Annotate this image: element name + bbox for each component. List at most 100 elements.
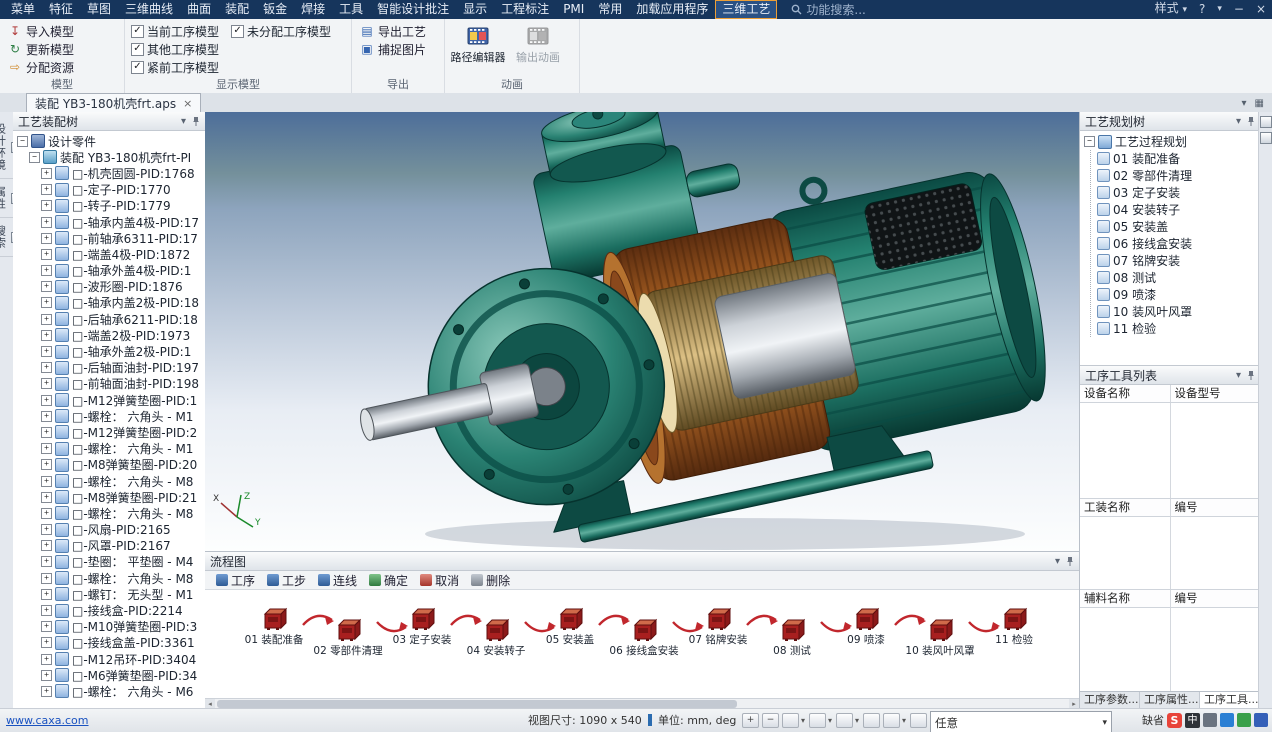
flow-toolbar-button[interactable]: 工序 (211, 571, 260, 589)
tree-row-part[interactable]: + □-M8弹簧垫圈-PID:20 (13, 457, 205, 473)
expand-icon[interactable]: + (41, 621, 52, 632)
ribbon-button[interactable]: ↧ 导入模型 (6, 22, 118, 40)
chevron-down-icon[interactable]: ▾ (855, 716, 859, 725)
expand-icon[interactable]: + (41, 556, 52, 567)
menu-item[interactable]: 加载应用程序 (629, 0, 715, 19)
expand-icon[interactable]: + (41, 265, 52, 276)
tray-expand-icon[interactable] (1254, 713, 1268, 727)
expand-icon[interactable]: + (41, 540, 52, 551)
menu-item-active[interactable]: 三维工艺 (715, 0, 777, 19)
right-panel-tab[interactable]: 工序工具... (1200, 692, 1260, 709)
flow-toolbar-button[interactable]: 连线 (313, 571, 362, 589)
expand-icon[interactable]: + (41, 217, 52, 228)
flow-toolbar-button[interactable]: 工步 (262, 571, 311, 589)
expand-icon[interactable]: + (41, 637, 52, 648)
expand-icon[interactable]: + (41, 427, 52, 438)
close-tab-icon[interactable]: × (183, 97, 192, 110)
tree-row-step[interactable]: 11 检验 (1091, 320, 1260, 337)
expand-icon[interactable]: + (41, 249, 52, 260)
flow-step[interactable]: 01 装配准备 (241, 606, 307, 647)
clipboard-icon[interactable] (1237, 713, 1251, 727)
material-icon[interactable] (883, 713, 900, 728)
expand-icon[interactable]: + (41, 362, 52, 373)
tree-row-part[interactable]: + □-接线盒-PID:2214 (13, 602, 205, 618)
flow-step[interactable]: 06 接线盒安装 (611, 617, 677, 658)
tree-row-part[interactable]: + □-前轴面油封-PID:198 (13, 376, 205, 392)
display-model-checkbox[interactable]: ✓ 当前工序模型 (131, 22, 219, 40)
collapsed-panel-icon[interactable] (1260, 132, 1272, 144)
expand-icon[interactable]: + (41, 589, 52, 600)
expand-icon[interactable]: + (41, 670, 52, 681)
view-style-icon[interactable] (782, 713, 799, 728)
menu-item[interactable]: 装配 (218, 0, 256, 19)
tree-row-part[interactable]: + □-轴承内盖2极-PID:18 (13, 295, 205, 311)
right-panel-tab[interactable]: 工序参数... (1080, 692, 1140, 709)
expand-icon[interactable]: + (41, 524, 52, 535)
tree-row-part[interactable]: + □-波形圈-PID:1876 (13, 279, 205, 295)
expand-icon[interactable]: + (41, 378, 52, 389)
ribbon-button[interactable]: ▣ 捕捉图片 (358, 40, 438, 58)
expand-icon[interactable]: + (41, 314, 52, 325)
render-mode-icon[interactable] (836, 713, 853, 728)
tree-row-part[interactable]: + □-端盖4极-PID:1872 (13, 246, 205, 262)
tree-row-part[interactable]: + □-机壳固圆-PID:1768 (13, 165, 205, 181)
ribbon-button[interactable]: ⇨ 分配资源 (6, 58, 118, 76)
menu-item[interactable]: 智能设计批注 (370, 0, 456, 19)
expand-icon[interactable]: + (41, 346, 52, 357)
tree-row-part[interactable]: + □-螺栓： 六角头 - M8 (13, 570, 205, 586)
flow-step[interactable]: 09 喷漆 (833, 606, 899, 647)
style-menu[interactable]: 样式 ▾ (1149, 0, 1193, 20)
tree-row-assembly[interactable]: − 装配 YB3-180机壳frt-PI (13, 149, 205, 165)
tree-row-root[interactable]: − 工艺过程规划 (1080, 133, 1260, 150)
animation-button[interactable]: 路径编辑器 (451, 22, 505, 65)
assembly-tree[interactable]: − 设计零件 − 装配 YB3-180机壳frt-PI + □-机壳固圆-PID… (13, 131, 205, 709)
tree-row-part[interactable]: + □-端盖2极-PID:1973 (13, 327, 205, 343)
menu-item[interactable]: 常用 (591, 0, 629, 19)
expand-icon[interactable]: + (41, 686, 52, 697)
selection-filter-select[interactable]: 任意 ▾ (930, 711, 1112, 732)
panel-layout-icon[interactable]: ▦ (1255, 98, 1264, 109)
expand-icon[interactable]: + (41, 233, 52, 244)
flow-step[interactable]: 07 铭牌安装 (685, 606, 751, 647)
speaker-icon[interactable] (1203, 713, 1217, 727)
tree-row-part[interactable]: + □-垫圈： 平垫圈 - M4 (13, 554, 205, 570)
tree-row-part[interactable]: + □-螺栓： 六角头 - M8 (13, 473, 205, 489)
right-panel-tab[interactable]: 工序属性... (1140, 692, 1200, 709)
tree-row-part[interactable]: + □-M6弹簧垫圈-PID:34 (13, 667, 205, 683)
pin-icon[interactable] (1247, 370, 1255, 380)
tree-row-step[interactable]: 06 接线盒安装 (1091, 235, 1260, 252)
tree-row-part[interactable]: + □-螺栓： 六角头 - M8 (13, 505, 205, 521)
pin-icon[interactable] (192, 116, 200, 126)
edit-mode-icon[interactable] (863, 713, 880, 728)
tree-row-part[interactable]: + □-轴承外盖2极-PID:1 (13, 343, 205, 359)
flow-step[interactable]: 03 定子安装 (389, 606, 455, 647)
menu-item[interactable]: PMI (556, 0, 591, 19)
flow-step[interactable]: 10 装风叶风罩 (907, 617, 973, 658)
flow-step[interactable]: 05 安装盖 (537, 606, 603, 647)
menu-item[interactable]: 菜单 (4, 0, 42, 19)
tree-row-part[interactable]: + □-风罩-PID:2167 (13, 538, 205, 554)
chevron-down-icon[interactable]: ▾ (1055, 556, 1060, 567)
tree-row-part[interactable]: + □-M12弹簧垫圈-PID:1 (13, 392, 205, 408)
zoom-in-icon[interactable]: + (742, 713, 759, 728)
chevron-down-icon[interactable]: ▾ (1236, 116, 1241, 127)
chevron-down-icon[interactable]: ▾ (801, 716, 805, 725)
expand-icon[interactable]: + (41, 573, 52, 584)
animation-button[interactable]: 输出动画 (511, 22, 565, 65)
tree-row-step[interactable]: 04 安装转子 (1091, 201, 1260, 218)
chevron-down-icon[interactable]: ▾ (902, 716, 906, 725)
expand-icon[interactable]: + (41, 184, 52, 195)
menu-item[interactable]: 草图 (80, 0, 118, 19)
chevron-down-icon[interactable]: ▾ (828, 716, 832, 725)
tree-row-part[interactable]: + □-定子-PID:1770 (13, 182, 205, 198)
collapse-icon[interactable]: − (1084, 136, 1095, 147)
expand-icon[interactable]: + (41, 200, 52, 211)
tree-row-part[interactable]: + □-M8弹簧垫圈-PID:21 (13, 489, 205, 505)
expand-icon[interactable]: + (41, 330, 52, 341)
ribbon-button[interactable]: ↻ 更新模型 (6, 40, 118, 58)
expand-icon[interactable]: + (41, 281, 52, 292)
expand-icon[interactable]: + (41, 605, 52, 616)
menu-item[interactable]: 显示 (456, 0, 494, 19)
menu-item[interactable]: 特征 (42, 0, 80, 19)
caxa-link[interactable]: www.caxa.com (6, 709, 89, 731)
